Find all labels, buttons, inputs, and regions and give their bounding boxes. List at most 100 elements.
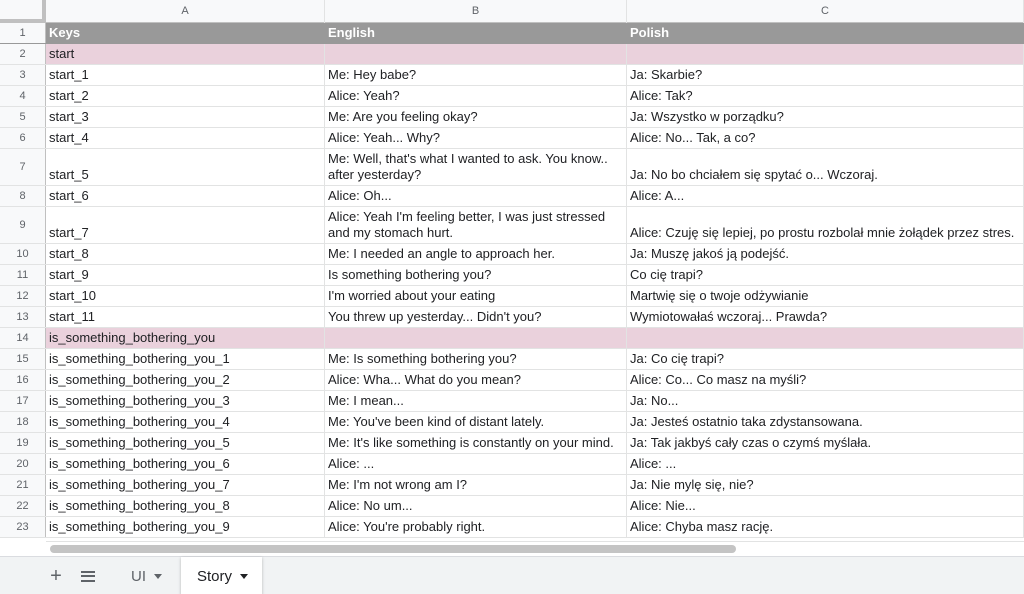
scrollbar-thumb[interactable] bbox=[50, 545, 736, 553]
row-number[interactable]: 7 bbox=[0, 149, 46, 185]
cell-key[interactable]: is_something_bothering_you_3 bbox=[46, 391, 325, 411]
cell-key[interactable]: start_6 bbox=[46, 186, 325, 206]
cell-key[interactable]: is_something_bothering_you bbox=[46, 328, 325, 348]
cell-english[interactable]: Alice: No um... bbox=[325, 496, 627, 516]
cell-polish[interactable]: Ja: Wszystko w porządku? bbox=[627, 107, 1024, 127]
sheet-tab-story[interactable]: Story bbox=[181, 557, 263, 594]
cell-polish[interactable]: Alice: Co... Co masz na myśli? bbox=[627, 370, 1024, 390]
column-header-c[interactable]: C bbox=[627, 0, 1024, 23]
cell-english[interactable]: Alice: Yeah I'm feeling better, I was ju… bbox=[325, 207, 627, 243]
select-all-corner[interactable] bbox=[0, 0, 46, 23]
cell-polish[interactable]: Ja: No... bbox=[627, 391, 1024, 411]
caret-down-icon[interactable] bbox=[154, 573, 162, 579]
cell-polish[interactable]: Martwię się o twoje odżywianie bbox=[627, 286, 1024, 306]
cell-polish[interactable]: Alice: Nie... bbox=[627, 496, 1024, 516]
cell-english[interactable] bbox=[325, 328, 627, 348]
row-number[interactable]: 16 bbox=[0, 370, 46, 390]
cell-key[interactable]: start_11 bbox=[46, 307, 325, 327]
row-number[interactable]: 19 bbox=[0, 433, 46, 453]
cell-key[interactable]: start_9 bbox=[46, 265, 325, 285]
cell-key[interactable]: Keys bbox=[46, 23, 325, 43]
cell-key[interactable]: start_3 bbox=[46, 107, 325, 127]
cell-english[interactable]: Me: Well, that's what I wanted to ask. Y… bbox=[325, 149, 627, 185]
cell-english[interactable]: Me: I mean... bbox=[325, 391, 627, 411]
row-number[interactable]: 21 bbox=[0, 475, 46, 495]
cell-polish[interactable] bbox=[627, 44, 1024, 64]
cell-english[interactable]: Me: Is something bothering you? bbox=[325, 349, 627, 369]
sheet-tab-ui[interactable]: UI bbox=[115, 557, 176, 594]
caret-down-icon[interactable] bbox=[240, 573, 249, 579]
row-number[interactable]: 4 bbox=[0, 86, 46, 106]
cell-key[interactable]: is_something_bothering_you_7 bbox=[46, 475, 325, 495]
row-number[interactable]: 14 bbox=[0, 328, 46, 348]
column-header-a[interactable]: A bbox=[46, 0, 325, 23]
cell-key[interactable]: is_something_bothering_you_4 bbox=[46, 412, 325, 432]
cell-polish[interactable]: Alice: No... Tak, a co? bbox=[627, 128, 1024, 148]
cell-english[interactable]: Alice: Oh... bbox=[325, 186, 627, 206]
cell-polish[interactable]: Ja: No bo chciałem się spytać o... Wczor… bbox=[627, 149, 1024, 185]
cell-polish[interactable]: Ja: Jesteś ostatnio taka zdystansowana. bbox=[627, 412, 1024, 432]
cell-key[interactable]: start_2 bbox=[46, 86, 325, 106]
row-number[interactable]: 12 bbox=[0, 286, 46, 306]
horizontal-scrollbar[interactable] bbox=[46, 541, 1024, 556]
cell-key[interactable]: is_something_bothering_you_9 bbox=[46, 517, 325, 537]
row-number[interactable]: 8 bbox=[0, 186, 46, 206]
row-number[interactable]: 18 bbox=[0, 412, 46, 432]
cell-key[interactable]: is_something_bothering_you_5 bbox=[46, 433, 325, 453]
cell-key[interactable]: is_something_bothering_you_6 bbox=[46, 454, 325, 474]
cell-english[interactable]: Me: I needed an angle to approach her. bbox=[325, 244, 627, 264]
cell-polish[interactable]: Ja: Tak jakbyś cały czas o czymś myślała… bbox=[627, 433, 1024, 453]
cell-key[interactable]: start_10 bbox=[46, 286, 325, 306]
cell-english[interactable]: Alice: ... bbox=[325, 454, 627, 474]
cell-english[interactable]: Alice: You're probably right. bbox=[325, 517, 627, 537]
cell-english[interactable]: Is something bothering you? bbox=[325, 265, 627, 285]
cell-polish[interactable]: Polish bbox=[627, 23, 1024, 43]
row-number[interactable]: 6 bbox=[0, 128, 46, 148]
cell-english[interactable]: Me: Hey babe? bbox=[325, 65, 627, 85]
cell-key[interactable]: start_1 bbox=[46, 65, 325, 85]
cell-key[interactable]: is_something_bothering_you_1 bbox=[46, 349, 325, 369]
cell-key[interactable]: start_8 bbox=[46, 244, 325, 264]
row-number[interactable]: 5 bbox=[0, 107, 46, 127]
cell-english[interactable]: Alice: Wha... What do you mean? bbox=[325, 370, 627, 390]
cell-polish[interactable]: Ja: Nie mylę się, nie? bbox=[627, 475, 1024, 495]
cell-polish[interactable]: Wymiotowałaś wczoraj... Prawda? bbox=[627, 307, 1024, 327]
row-number[interactable]: 22 bbox=[0, 496, 46, 516]
cell-english[interactable]: Alice: Yeah... Why? bbox=[325, 128, 627, 148]
cell-polish[interactable]: Ja: Muszę jakoś ją podejść. bbox=[627, 244, 1024, 264]
cell-polish[interactable]: Ja: Skarbie? bbox=[627, 65, 1024, 85]
row-number[interactable]: 10 bbox=[0, 244, 46, 264]
cell-english[interactable]: Alice: Yeah? bbox=[325, 86, 627, 106]
row-number[interactable]: 3 bbox=[0, 65, 46, 85]
row-number[interactable]: 9 bbox=[0, 207, 46, 243]
cell-key[interactable]: start bbox=[46, 44, 325, 64]
cell-english[interactable]: You threw up yesterday... Didn't you? bbox=[325, 307, 627, 327]
cell-polish[interactable]: Alice: Chyba masz rację. bbox=[627, 517, 1024, 537]
row-number[interactable]: 17 bbox=[0, 391, 46, 411]
column-header-b[interactable]: B bbox=[325, 0, 627, 23]
all-sheets-button[interactable] bbox=[76, 557, 100, 594]
cell-english[interactable] bbox=[325, 44, 627, 64]
cell-polish[interactable]: Alice: Tak? bbox=[627, 86, 1024, 106]
cell-key[interactable]: is_something_bothering_you_8 bbox=[46, 496, 325, 516]
cell-english[interactable]: English bbox=[325, 23, 627, 43]
row-number[interactable]: 15 bbox=[0, 349, 46, 369]
cell-english[interactable]: Me: It's like something is constantly on… bbox=[325, 433, 627, 453]
cell-key[interactable]: is_something_bothering_you_2 bbox=[46, 370, 325, 390]
cell-polish[interactable]: Alice: A... bbox=[627, 186, 1024, 206]
spreadsheet-grid[interactable]: A B C 1 Keys English Polish 2 start 3 start_1 Me… bbox=[0, 0, 1024, 556]
cell-key[interactable]: start_7 bbox=[46, 207, 325, 243]
cell-english[interactable]: I'm worried about your eating bbox=[325, 286, 627, 306]
row-number[interactable]: 13 bbox=[0, 307, 46, 327]
row-number[interactable]: 11 bbox=[0, 265, 46, 285]
add-sheet-button[interactable]: + bbox=[44, 557, 68, 594]
cell-english[interactable]: Me: I'm not wrong am I? bbox=[325, 475, 627, 495]
cell-polish[interactable]: Alice: ... bbox=[627, 454, 1024, 474]
cell-key[interactable]: start_4 bbox=[46, 128, 325, 148]
cell-polish[interactable]: Ja: Co cię trapi? bbox=[627, 349, 1024, 369]
cell-polish[interactable]: Co cię trapi? bbox=[627, 265, 1024, 285]
row-number[interactable]: 20 bbox=[0, 454, 46, 474]
cell-polish[interactable] bbox=[627, 328, 1024, 348]
row-number[interactable]: 1 bbox=[0, 23, 46, 43]
row-number[interactable]: 2 bbox=[0, 44, 46, 64]
